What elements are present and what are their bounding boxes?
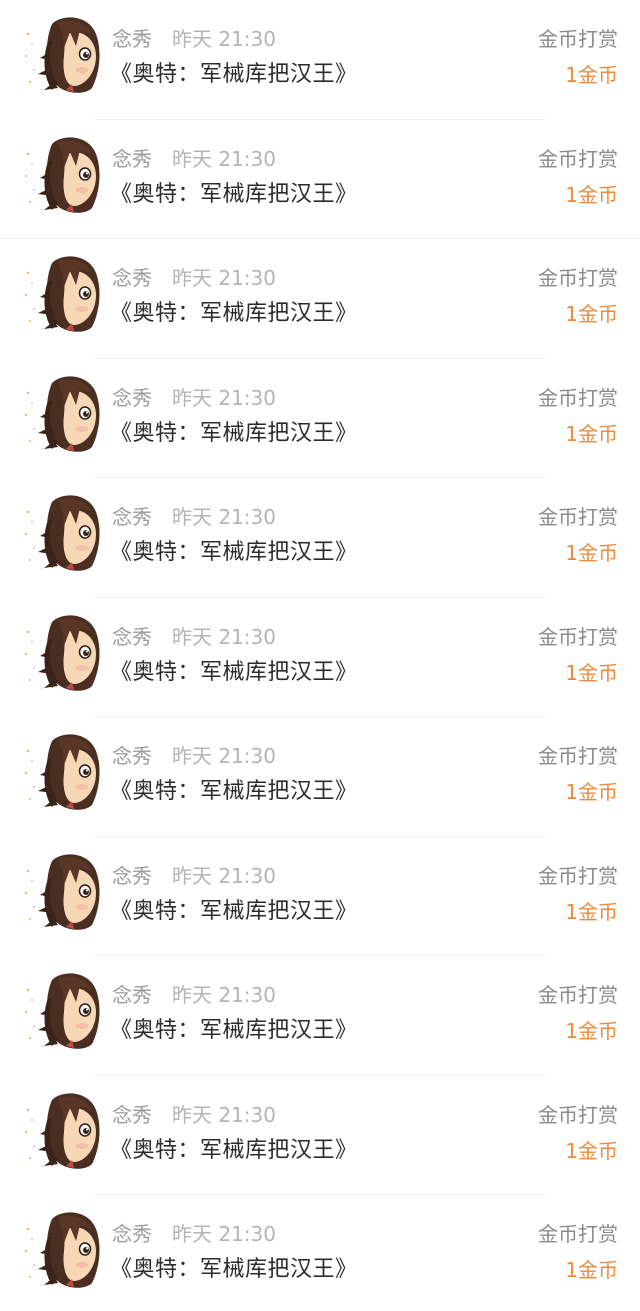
book-title: 《奥特：军械库把汉王》 (110, 62, 358, 87)
avatar-icon[interactable] (22, 490, 102, 574)
user-name: 念秀 (112, 146, 152, 171)
anime-girl-avatar-icon (25, 256, 100, 332)
user-name: 念秀 (112, 744, 152, 768)
reward-type: 金币打赏 (538, 385, 618, 410)
reward-time: 昨天 21:30 (172, 1102, 276, 1127)
anime-girl-avatar-icon (25, 17, 100, 93)
reward-amount: 1金币 (565, 182, 618, 207)
reward-type: 金币打赏 (538, 863, 618, 888)
user-name: 念秀 (112, 505, 152, 529)
reward-time: 昨天 21:30 (172, 624, 276, 649)
book-title: 《奥特：军械库把汉王》 (110, 898, 358, 924)
book-title: 《奥特：军械库把汉王》 (110, 1137, 358, 1163)
avatar-icon[interactable] (22, 610, 102, 694)
user-name: 念秀 (112, 624, 152, 649)
reward-time: 昨天 21:30 (172, 266, 276, 290)
anime-girl-avatar-icon (25, 1092, 100, 1169)
avatar-icon[interactable] (22, 1088, 102, 1172)
list-item[interactable]: 念秀 昨天 21:30 《奥特：军械库把汉王》 金币打赏 1金币 (0, 359, 640, 479)
reward-amount: 1金币 (565, 1138, 618, 1163)
reward-list: 念秀 昨天 21:30 《奥特：军械库把汉王》 金币打赏 1金币 念秀 昨天 2… (0, 0, 640, 1311)
book-title: 《奥特：军械库把汉王》 (110, 1257, 358, 1282)
reward-time: 昨天 21:30 (172, 505, 276, 529)
list-item[interactable]: 念秀 昨天 21:30 《奥特：军械库把汉王》 金币打赏 1金币 (0, 717, 640, 837)
book-title: 《奥特：军械库把汉王》 (110, 1018, 358, 1043)
reward-time: 昨天 21:30 (172, 744, 276, 768)
avatar-icon[interactable] (22, 729, 102, 813)
user-name: 念秀 (112, 266, 152, 290)
avatar-icon[interactable] (22, 849, 102, 933)
anime-girl-avatar-icon (25, 614, 100, 691)
reward-type: 金币打赏 (538, 146, 618, 171)
reward-time: 昨天 21:30 (172, 983, 276, 1007)
reward-type: 金币打赏 (538, 505, 618, 529)
anime-girl-avatar-icon (25, 853, 100, 930)
reward-time: 昨天 21:30 (172, 146, 276, 171)
list-item[interactable]: 念秀 昨天 21:30 《奥特：军械库把汉王》 金币打赏 1金币 (0, 120, 640, 240)
list-item[interactable]: 念秀 昨天 21:30 《奥特：军械库把汉王》 金币打赏 1金币 (0, 1076, 640, 1196)
anime-girl-avatar-icon (25, 136, 100, 213)
avatar-icon[interactable] (22, 1207, 102, 1291)
reward-type: 金币打赏 (538, 624, 618, 649)
user-name: 念秀 (112, 1102, 152, 1127)
reward-type: 金币打赏 (538, 266, 618, 290)
user-name: 念秀 (112, 983, 152, 1007)
list-item[interactable]: 念秀 昨天 21:30 《奥特：军械库把汉王》 金币打赏 1金币 (0, 478, 640, 598)
reward-amount: 1金币 (565, 541, 618, 565)
list-item[interactable]: 念秀 昨天 21:30 《奥特：军械库把汉王》 金币打赏 1金币 (0, 1195, 640, 1311)
anime-girl-avatar-icon (25, 973, 100, 1049)
avatar-icon[interactable] (22, 251, 102, 335)
book-title: 《奥特：军械库把汉王》 (110, 420, 358, 446)
user-name: 念秀 (112, 1222, 152, 1246)
user-name: 念秀 (112, 385, 152, 410)
list-item[interactable]: 念秀 昨天 21:30 《奥特：军械库把汉王》 金币打赏 1金币 (0, 598, 640, 718)
avatar-icon[interactable] (22, 968, 102, 1052)
reward-amount: 1金币 (565, 421, 618, 446)
reward-type: 金币打赏 (538, 744, 618, 768)
anime-girl-avatar-icon (25, 1212, 100, 1288)
reward-type: 金币打赏 (538, 983, 618, 1007)
list-item[interactable]: 念秀 昨天 21:30 《奥特：军械库把汉王》 金币打赏 1金币 (0, 0, 640, 120)
user-name: 念秀 (112, 27, 152, 51)
reward-amount: 1金币 (565, 1258, 618, 1282)
avatar-icon[interactable] (22, 371, 102, 455)
book-title: 《奥特：军械库把汉王》 (110, 181, 358, 207)
reward-time: 昨天 21:30 (172, 27, 276, 51)
reward-time: 昨天 21:30 (172, 1222, 276, 1246)
book-title: 《奥特：军械库把汉王》 (110, 779, 358, 804)
list-item[interactable]: 念秀 昨天 21:30 《奥特：军械库把汉王》 金币打赏 1金币 (0, 239, 640, 359)
reward-amount: 1金币 (565, 302, 618, 326)
reward-type: 金币打赏 (538, 1222, 618, 1246)
anime-girl-avatar-icon (25, 375, 100, 452)
anime-girl-avatar-icon (25, 734, 100, 810)
book-title: 《奥特：军械库把汉王》 (110, 301, 358, 326)
avatar-icon[interactable] (22, 132, 102, 216)
book-title: 《奥特：军械库把汉王》 (110, 540, 358, 565)
reward-amount: 1金币 (565, 1019, 618, 1043)
book-title: 《奥特：军械库把汉王》 (110, 659, 358, 685)
reward-type: 金币打赏 (538, 27, 618, 51)
reward-time: 昨天 21:30 (172, 863, 276, 888)
reward-amount: 1金币 (565, 660, 618, 685)
reward-amount: 1金币 (565, 780, 618, 804)
reward-type: 金币打赏 (538, 1102, 618, 1127)
user-name: 念秀 (112, 863, 152, 888)
reward-amount: 1金币 (565, 63, 618, 87)
avatar-icon[interactable] (22, 12, 102, 96)
anime-girl-avatar-icon (25, 495, 100, 571)
list-item[interactable]: 念秀 昨天 21:30 《奥特：军械库把汉王》 金币打赏 1金币 (0, 837, 640, 957)
reward-time: 昨天 21:30 (172, 385, 276, 410)
list-item[interactable]: 念秀 昨天 21:30 《奥特：军械库把汉王》 金币打赏 1金币 (0, 956, 640, 1076)
reward-amount: 1金币 (565, 899, 618, 924)
